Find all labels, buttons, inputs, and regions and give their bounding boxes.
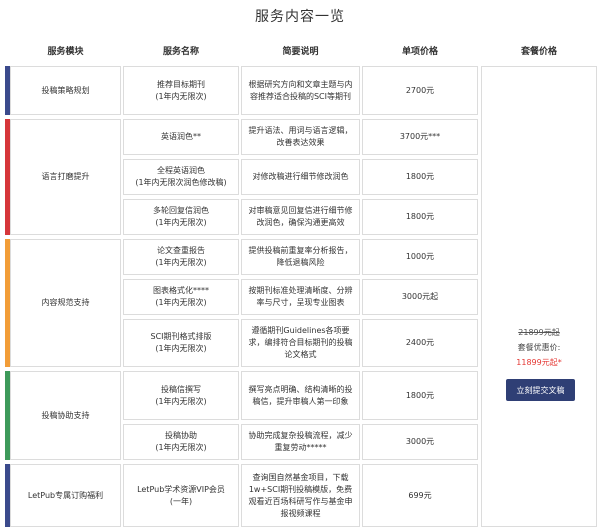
submit-manuscript-button[interactable]: 立刻提交文稿 bbox=[506, 379, 575, 401]
module-label: 投稿策略规划 bbox=[41, 85, 90, 95]
service-price: 2700元 bbox=[405, 85, 435, 95]
module-label: LetPub专属订购福利 bbox=[27, 490, 104, 500]
service-desc: 撰写亮点明确、结构清晰的投稿信，提升审稿人第一印象 bbox=[248, 384, 353, 406]
service-frequency: (1年内无限次润色修改稿) bbox=[135, 178, 227, 187]
header-package: 套餐价格 bbox=[520, 47, 557, 57]
service-desc-cell: 按期刊标准处理清晰度、分辨率与尺寸，呈现专业图表 bbox=[241, 279, 360, 315]
package-price-panel: 21899元起 套餐优惠价: 11899元起* 立刻提交文稿 bbox=[481, 66, 597, 527]
service-frequency: (1年内无限次) bbox=[155, 258, 207, 267]
header-desc: 简要说明 bbox=[282, 47, 319, 57]
service-desc: 提升语法、用词与语言逻辑，改善表达效果 bbox=[248, 126, 353, 147]
service-desc-cell: 协助完成复杂投稿流程，减少重复劳动***** bbox=[241, 424, 360, 460]
service-name: 推荐目标期刊 bbox=[157, 79, 205, 89]
service-name-cell: SCI期刊格式排版 (1年内无限次) bbox=[123, 319, 239, 367]
header-name: 服务名称 bbox=[162, 47, 199, 57]
service-name: 投稿协助 bbox=[165, 431, 197, 440]
service-desc-cell: 遵循期刊Guidelines各项要求，编排符合目标期刊的投稿论文格式 bbox=[241, 319, 360, 367]
service-desc-cell: 根据研究方向和文章主题与内容推荐适合投稿的SCI等期刊 bbox=[241, 66, 360, 115]
service-frequency: (1年内无限次) bbox=[155, 396, 207, 406]
module-cell: 投稿策略规划 bbox=[10, 66, 121, 115]
discount-label: 套餐优惠价: bbox=[517, 343, 561, 352]
service-price-cell: 1800元 bbox=[362, 159, 478, 195]
service-name: 投稿信撰写 bbox=[161, 384, 201, 394]
service-price: 1800元 bbox=[405, 212, 435, 221]
module-label: 投稿协助支持 bbox=[41, 410, 90, 420]
service-frequency: (1年内无限次) bbox=[155, 91, 207, 101]
service-desc: 对审稿意见回复信进行细节修改润色，确保沟通更高效 bbox=[248, 206, 353, 227]
service-desc-cell: 对修改稿进行细节修改润色 bbox=[241, 159, 360, 195]
module-cell: 语言打磨提升 bbox=[10, 119, 121, 235]
page-title: 服务内容一览 bbox=[255, 9, 345, 25]
service-frequency: (1年内无限次) bbox=[155, 218, 207, 227]
service-name-cell: 英语润色** bbox=[123, 119, 239, 155]
service-name-cell: 推荐目标期刊 (1年内无限次) bbox=[123, 66, 239, 115]
service-desc: 遵循期刊Guidelines各项要求，编排符合目标期刊的投稿论文格式 bbox=[248, 326, 353, 359]
service-name: 图表格式化**** bbox=[153, 286, 209, 295]
service-desc: 协助完成复杂投稿流程，减少重复劳动***** bbox=[248, 431, 353, 452]
service-name-cell: 投稿协助 (1年内无限次) bbox=[123, 424, 239, 460]
service-desc-cell: 提升语法、用词与语言逻辑，改善表达效果 bbox=[241, 119, 360, 155]
service-desc: 提供投稿前重复率分析报告，降低退稿风险 bbox=[248, 246, 353, 267]
header-price: 单项价格 bbox=[401, 47, 438, 57]
service-name: SCI期刊格式排版 bbox=[150, 332, 212, 341]
module-cell: 投稿协助支持 bbox=[10, 371, 121, 460]
service-price: 3000元起 bbox=[401, 292, 439, 301]
service-price-cell: 1800元 bbox=[362, 371, 478, 420]
service-name: 多轮回复信润色 bbox=[153, 206, 209, 215]
service-frequency: (一年) bbox=[169, 496, 193, 506]
original-price: 21899元起 bbox=[518, 328, 560, 337]
service-frequency: (1年内无限次) bbox=[155, 443, 207, 452]
service-name: 英语润色** bbox=[161, 132, 201, 141]
service-price: 1000元 bbox=[405, 252, 435, 261]
service-price: 3000元 bbox=[405, 437, 435, 446]
service-name-cell: 论文查重报告 (1年内无限次) bbox=[123, 239, 239, 275]
service-frequency: (1年内无限次) bbox=[155, 344, 207, 353]
service-price: 1800元 bbox=[405, 390, 435, 400]
service-name: LetPub学术资源VIP会员 bbox=[137, 484, 225, 494]
service-price-cell: 2400元 bbox=[362, 319, 478, 367]
service-price: 2400元 bbox=[405, 338, 435, 347]
service-desc: 根据研究方向和文章主题与内容推荐适合投稿的SCI等期刊 bbox=[248, 79, 353, 101]
service-name-cell: LetPub学术资源VIP会员 (一年) bbox=[123, 464, 239, 527]
service-price-cell: 3000元 bbox=[362, 424, 478, 460]
service-frequency: (1年内无限次) bbox=[155, 298, 207, 307]
service-price-cell: 1800元 bbox=[362, 199, 478, 235]
service-desc-cell: 对审稿意见回复信进行细节修改润色，确保沟通更高效 bbox=[241, 199, 360, 235]
module-cell: LetPub专属订购福利 bbox=[10, 464, 121, 527]
service-name-cell: 全程英语润色 (1年内无限次润色修改稿) bbox=[123, 159, 239, 195]
module-label: 内容规范支持 bbox=[41, 298, 90, 307]
service-price: 699元 bbox=[408, 490, 432, 500]
service-desc: 对修改稿进行细节修改润色 bbox=[252, 172, 349, 181]
service-price: 1800元 bbox=[405, 172, 435, 181]
service-desc: 按期刊标准处理清晰度、分辨率与尺寸，呈现专业图表 bbox=[248, 286, 353, 307]
service-price-cell: 1000元 bbox=[362, 239, 478, 275]
service-price-cell: 3000元起 bbox=[362, 279, 478, 315]
service-name-cell: 图表格式化**** (1年内无限次) bbox=[123, 279, 239, 315]
service-price-cell: 699元 bbox=[362, 464, 478, 527]
service-name: 全程英语润色 bbox=[157, 166, 205, 175]
service-name-cell: 投稿信撰写 (1年内无限次) bbox=[123, 371, 239, 420]
service-price-cell: 3700元*** bbox=[362, 119, 478, 155]
service-price-cell: 2700元 bbox=[362, 66, 478, 115]
header-module: 服务模块 bbox=[47, 47, 84, 57]
discount-price: 11899元起* bbox=[516, 358, 562, 367]
service-price: 3700元*** bbox=[399, 132, 441, 141]
service-desc: 查询国自然基金项目，下载1w+SCI期刊投稿模版，免费观看近百场科研写作与基金申… bbox=[248, 472, 353, 518]
service-name-cell: 多轮回复信润色 (1年内无限次) bbox=[123, 199, 239, 235]
service-desc-cell: 撰写亮点明确、结构清晰的投稿信，提升审稿人第一印象 bbox=[241, 371, 360, 420]
module-cell: 内容规范支持 bbox=[10, 239, 121, 367]
module-label: 语言打磨提升 bbox=[41, 172, 90, 181]
service-desc-cell: 提供投稿前重复率分析报告，降低退稿风险 bbox=[241, 239, 360, 275]
service-desc-cell: 查询国自然基金项目，下载1w+SCI期刊投稿模版，免费观看近百场科研写作与基金申… bbox=[241, 464, 360, 527]
service-name: 论文查重报告 bbox=[157, 246, 205, 255]
